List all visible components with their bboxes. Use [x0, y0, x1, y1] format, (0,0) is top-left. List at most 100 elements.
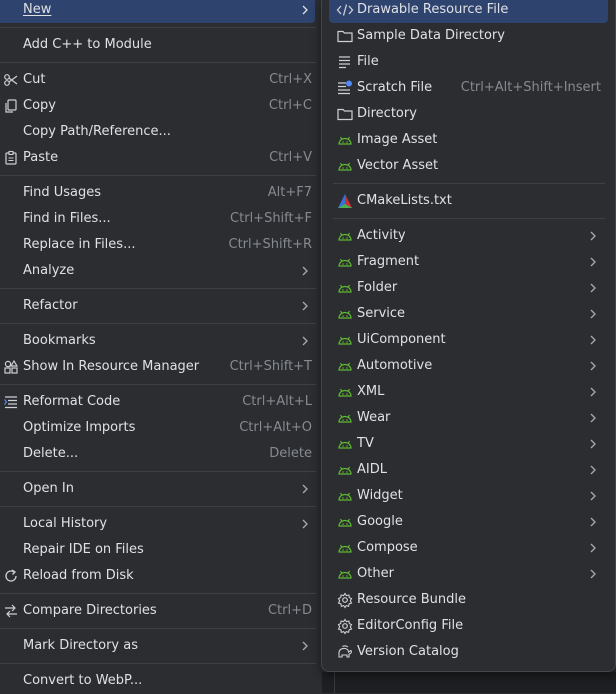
shortcut-label: Ctrl+X	[269, 72, 312, 87]
editor-background	[322, 672, 616, 693]
submenu-item-xml[interactable]: XML	[322, 379, 615, 405]
file-lines-icon	[339, 56, 350, 69]
code-tag-icon	[336, 4, 354, 16]
android-icon	[338, 136, 352, 145]
submenu-item-resource-bundle[interactable]: Resource Bundle	[322, 587, 615, 613]
submenu-item-service[interactable]: Service	[322, 301, 615, 327]
android-icon	[338, 466, 352, 475]
menu-separator	[0, 323, 316, 324]
paste-icon	[5, 150, 17, 165]
menu-item-show-in-resource-manager[interactable]: Show In Resource Manager Ctrl+Shift+T	[0, 354, 322, 380]
menu-item-label: Service	[357, 306, 406, 321]
menu-item-label: Mark Directory as	[23, 638, 138, 653]
submenu-item-widget[interactable]: Widget	[322, 483, 615, 509]
submenu-item-aidl[interactable]: AIDL	[322, 457, 615, 483]
chevron-right-icon	[590, 491, 596, 501]
menu-item-copy[interactable]: Copy Ctrl+C	[0, 93, 322, 119]
submenu-item-google[interactable]: Google	[322, 509, 615, 535]
menu-item-label: Delete...	[23, 446, 79, 461]
android-icon	[338, 284, 352, 293]
submenu-item-drawable-resource-file[interactable]: Drawable Resource File	[322, 0, 615, 23]
submenu-item-cmakelists[interactable]: CMakeLists.txt	[322, 188, 615, 214]
menu-item-delete[interactable]: Delete... Delete	[0, 441, 322, 467]
menu-item-label: Scratch File	[357, 80, 433, 95]
menu-item-label: Optimize Imports	[23, 420, 136, 435]
menu-separator	[0, 471, 316, 472]
gear-icon	[337, 592, 353, 609]
menu-item-label: Open In	[23, 481, 74, 496]
android-icon	[338, 310, 352, 319]
menu-item-analyze[interactable]: Analyze	[0, 258, 322, 284]
submenu-item-activity[interactable]: Activity	[322, 223, 615, 249]
menu-item-open-in[interactable]: Open In	[0, 476, 322, 502]
menu-item-label: Reload from Disk	[23, 568, 134, 583]
menu-item-mark-directory-as[interactable]: Mark Directory as	[0, 633, 322, 659]
menu-item-local-history[interactable]: Local History	[0, 511, 322, 537]
menu-item-label: Analyze	[23, 263, 75, 278]
submenu-item-folder[interactable]: Folder	[322, 275, 615, 301]
android-icon	[338, 258, 352, 267]
menu-item-optimize-imports[interactable]: Optimize Imports Ctrl+Alt+O	[0, 415, 322, 441]
menu-item-bookmarks[interactable]: Bookmarks	[0, 328, 322, 354]
menu-item-label: Show In Resource Manager	[23, 359, 200, 374]
menu-item-label: Image Asset	[357, 132, 438, 147]
menu-separator	[0, 506, 316, 507]
menu-item-label: Resource Bundle	[357, 592, 467, 607]
menu-item-label: Replace in Files...	[23, 237, 136, 252]
menu-item-repair-ide[interactable]: Repair IDE on Files	[0, 537, 322, 563]
menu-item-find-usages[interactable]: Find Usages Alt+F7	[0, 180, 322, 206]
chevron-right-icon	[590, 283, 596, 293]
menu-item-compare-directories[interactable]: Compare Directories Ctrl+D	[0, 598, 322, 624]
menu-item-copy-path[interactable]: Copy Path/Reference...	[0, 119, 322, 145]
menu-item-label: Copy Path/Reference...	[23, 124, 171, 139]
chevron-right-icon	[590, 439, 596, 449]
submenu-item-version-catalog[interactable]: Version Catalog	[322, 639, 615, 665]
submenu-item-scratch-file[interactable]: Scratch File Ctrl+Alt+Shift+Insert	[322, 75, 615, 101]
menu-item-convert-to-webp[interactable]: Convert to WebP...	[0, 668, 322, 694]
menu-item-replace-in-files[interactable]: Replace in Files... Ctrl+Shift+R	[0, 232, 322, 258]
menu-item-label: Widget	[357, 488, 403, 503]
submenu-item-vector-asset[interactable]: Vector Asset	[322, 153, 615, 179]
submenu-item-editorconfig-file[interactable]: EditorConfig File	[322, 613, 615, 639]
menu-item-refactor[interactable]: Refactor	[0, 293, 322, 319]
menu-item-find-in-files[interactable]: Find in Files... Ctrl+Shift+F	[0, 206, 322, 232]
submenu-item-uicomponent[interactable]: UiComponent	[322, 327, 615, 353]
menu-item-label: Reformat Code	[23, 394, 121, 409]
menu-item-paste[interactable]: Paste Ctrl+V	[0, 145, 322, 171]
submenu-item-wear[interactable]: Wear	[322, 405, 615, 431]
menu-item-reload-from-disk[interactable]: Reload from Disk	[0, 563, 322, 589]
submenu-item-file[interactable]: File	[322, 49, 615, 75]
menu-item-label: Activity	[357, 228, 406, 243]
shortcut-label: Ctrl+Shift+R	[228, 237, 313, 252]
shortcut-label: Ctrl+Alt+Shift+Insert	[460, 80, 601, 95]
shortcut-label: Alt+F7	[267, 185, 312, 200]
submenu-item-directory[interactable]: Directory	[322, 101, 615, 127]
chevron-right-icon	[302, 301, 308, 311]
menu-item-label: Drawable Resource File	[357, 2, 509, 17]
submenu-item-other[interactable]: Other	[322, 561, 615, 587]
menu-separator	[0, 384, 316, 385]
submenu-item-image-asset[interactable]: Image Asset	[322, 127, 615, 153]
menu-item-reformat-code[interactable]: Reformat Code Ctrl+Alt+L	[0, 389, 322, 415]
reformat-icon	[4, 396, 17, 409]
chevron-right-icon	[590, 361, 596, 371]
menu-item-label: Vector Asset	[357, 158, 439, 173]
submenu-item-tv[interactable]: TV	[322, 431, 615, 457]
android-icon	[338, 518, 352, 527]
menu-item-label: Find Usages	[23, 185, 102, 200]
submenu-item-automotive[interactable]: Automotive	[322, 353, 615, 379]
menu-item-label: Compose	[357, 540, 418, 555]
compare-icon	[5, 604, 17, 618]
shortcut-label: Ctrl+Alt+L	[242, 394, 312, 409]
chevron-right-icon	[590, 569, 596, 579]
chevron-right-icon	[590, 413, 596, 423]
menu-separator	[0, 27, 316, 28]
menu-item-cut[interactable]: Cut Ctrl+X	[0, 67, 322, 93]
shortcut-label: Ctrl+D	[267, 603, 312, 618]
submenu-item-fragment[interactable]: Fragment	[322, 249, 615, 275]
menu-item-new[interactable]: New	[0, 0, 322, 23]
submenu-item-compose[interactable]: Compose	[322, 535, 615, 561]
submenu-item-sample-data-directory[interactable]: Sample Data Directory	[322, 23, 615, 49]
menu-item-add-cpp[interactable]: Add C++ to Module	[0, 32, 322, 58]
chevron-right-icon	[302, 5, 308, 15]
